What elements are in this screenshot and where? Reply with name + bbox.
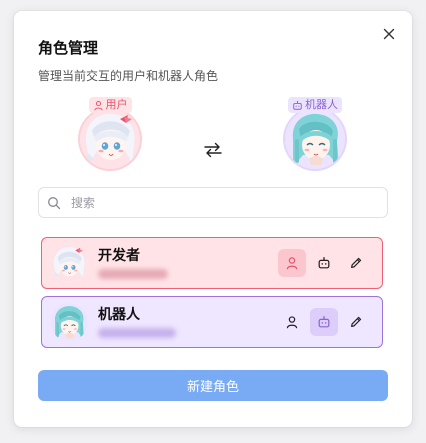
set-as-bot-button[interactable] [310, 249, 338, 277]
current-bot-role: 机器人 [270, 97, 360, 181]
robot-icon [317, 256, 331, 270]
close-icon [383, 28, 395, 40]
pencil-icon [349, 315, 363, 329]
search-input[interactable] [69, 194, 373, 211]
current-user-role: 用户 [65, 97, 155, 181]
set-as-user-button[interactable] [278, 249, 306, 277]
set-as-user-button[interactable] [278, 308, 306, 336]
person-icon [285, 256, 299, 270]
current-bot-avatar[interactable] [285, 109, 345, 169]
close-button[interactable] [380, 25, 398, 43]
role-management-dialog: 角色管理 管理当前交互的用户和机器人角色 用户 机器人 搜索 开发者 机器人 新… [14, 11, 412, 427]
user-chip-label: 用户 [105, 98, 128, 111]
search-box [38, 187, 388, 218]
role-name: 开发者 [98, 248, 140, 264]
role-name: 机器人 [98, 307, 140, 323]
edit-role-button[interactable] [342, 308, 370, 336]
role-description-blurred [98, 269, 168, 279]
role-actions [278, 249, 370, 277]
search-icon [39, 196, 69, 210]
new-role-button[interactable]: 新建角色 [38, 370, 388, 401]
bot-chip: 机器人 [288, 97, 342, 113]
edit-role-button[interactable] [342, 249, 370, 277]
robot-icon [292, 100, 303, 111]
role-card-robot[interactable]: 机器人 [41, 296, 383, 348]
current-role-pair: 用户 机器人 [14, 97, 412, 181]
robot-icon [317, 315, 331, 329]
person-icon [285, 315, 299, 329]
role-card-developer[interactable]: 开发者 [41, 237, 383, 289]
swap-arrows-icon [204, 142, 222, 158]
person-icon [93, 100, 104, 111]
current-user-avatar[interactable] [80, 109, 140, 169]
set-as-bot-button[interactable] [310, 308, 338, 336]
dialog-title: 角色管理 [38, 39, 99, 57]
role-info: 开发者 [98, 247, 278, 279]
avatar [50, 244, 88, 282]
pencil-icon [349, 256, 363, 270]
user-chip: 用户 [88, 97, 132, 113]
swap-roles-button[interactable] [202, 139, 224, 161]
dialog-subtitle: 管理当前交互的用户和机器人角色 [38, 69, 219, 83]
avatar [50, 303, 88, 341]
role-description-blurred [98, 328, 176, 338]
bot-chip-label: 机器人 [305, 98, 338, 111]
role-actions [278, 308, 370, 336]
role-info: 机器人 [98, 306, 278, 338]
